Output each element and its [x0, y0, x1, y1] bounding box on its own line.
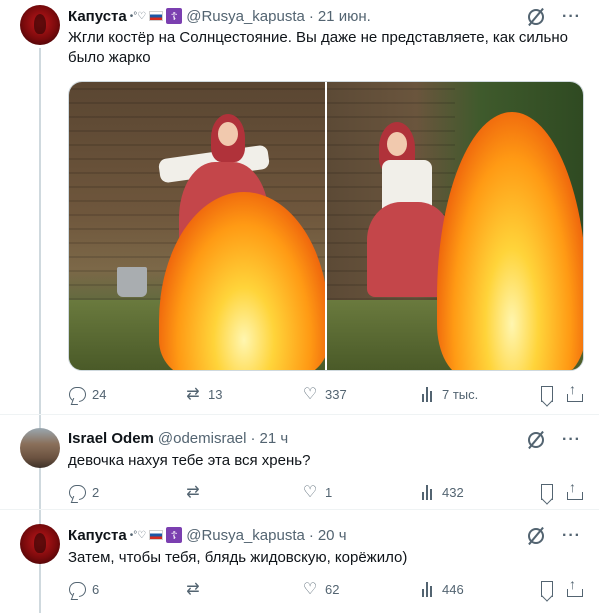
russia-flag-icon [149, 530, 164, 540]
heart-icon: ♡ [302, 386, 318, 403]
like-count: 1 [325, 484, 333, 500]
timestamp[interactable]: 21 ч [259, 430, 288, 447]
grok-icon[interactable] [528, 9, 545, 25]
tweet-1[interactable]: Капуста •°♡ ☦ @Rusya_kapusta · 21 июн. ·… [0, 0, 599, 414]
reply-count: 24 [92, 386, 107, 402]
author-handle[interactable]: @Rusya_kapusta [186, 527, 305, 544]
views-icon [418, 385, 436, 403]
views-icon [418, 483, 436, 501]
more-icon[interactable]: ··· [562, 527, 581, 545]
author-name[interactable]: Israel Odem [68, 430, 154, 447]
reply-icon [68, 580, 86, 598]
name-badges: •°♡ ☦ [129, 8, 183, 24]
retweet-icon: ⇄ [186, 386, 200, 403]
share-button[interactable] [566, 381, 584, 403]
bookmark-icon [538, 483, 556, 501]
share-button[interactable] [566, 576, 584, 598]
retweet-button[interactable]: ⇄ [184, 483, 202, 501]
like-count: 62 [325, 581, 340, 597]
bookmark-button[interactable] [538, 385, 556, 403]
retweet-icon: ⇄ [186, 484, 200, 501]
tweet-header: Israel Odem @odemisrael · 21 ч [68, 428, 288, 448]
retweet-button[interactable]: ⇄ [184, 580, 202, 598]
share-button[interactable] [566, 479, 584, 501]
author-name[interactable]: Капуста [68, 527, 127, 544]
reply-icon [68, 385, 86, 403]
share-icon [566, 479, 584, 501]
heart-icon: ♡ [302, 581, 318, 598]
share-icon [566, 576, 584, 598]
bookmark-button[interactable] [538, 580, 556, 598]
like-button[interactable]: ♡ 62 [301, 580, 340, 598]
grok-icon[interactable] [528, 528, 545, 544]
russia-flag-icon [149, 11, 164, 21]
name-badges: •°♡ ☦ [129, 527, 183, 543]
tweet-2[interactable]: Israel Odem @odemisrael · 21 ч ··· девоч… [0, 415, 599, 509]
tweet-header: Капуста •°♡ ☦ @Rusya_kapusta · 21 июн. [68, 6, 371, 26]
views-icon [418, 580, 436, 598]
tweet-3[interactable]: Капуста •°♡ ☦ @Rusya_kapusta · 20 ч ··· … [0, 510, 599, 613]
tweet-actions: 2 ⇄ ♡ 1 432 [68, 479, 584, 502]
bucket [117, 267, 147, 297]
heart-emoji-icon: •°♡ [129, 529, 147, 541]
author-name[interactable]: Капуста [68, 8, 127, 25]
avatar[interactable] [20, 428, 60, 468]
reply-count: 2 [92, 484, 100, 500]
views-button[interactable]: 7 тыс. [418, 385, 478, 403]
dot-separator: · [308, 7, 314, 25]
reply-button[interactable]: 2 [68, 483, 99, 501]
bookmark-button[interactable] [538, 483, 556, 501]
dot-separator: · [308, 526, 314, 544]
retweet-icon: ⇄ [186, 581, 200, 598]
tweet-text: Жгли костёр на Солнцестояние. Вы даже не… [68, 29, 568, 66]
tweet-actions: 24 ⇄ 13 ♡ 337 7 тыс. [68, 381, 584, 404]
avatar[interactable] [20, 5, 60, 45]
girl-face [387, 132, 407, 156]
tweet-actions: 6 ⇄ ♡ 62 446 [68, 576, 584, 599]
photo-1[interactable] [69, 82, 325, 370]
view-count: 7 тыс. [442, 386, 479, 402]
avatar[interactable] [20, 524, 60, 564]
timestamp[interactable]: 21 июн. [318, 8, 371, 25]
bookmark-icon [538, 580, 556, 598]
more-icon[interactable]: ··· [562, 431, 581, 449]
tweet-corner-actions: ··· [528, 431, 581, 449]
like-count: 337 [325, 386, 347, 402]
heart-icon: ♡ [302, 484, 318, 501]
like-button[interactable]: ♡ 337 [301, 385, 347, 403]
author-handle[interactable]: @Rusya_kapusta [186, 8, 305, 25]
tweet-media[interactable] [68, 81, 584, 371]
retweet-count: 13 [208, 386, 223, 402]
tweet-header: Капуста •°♡ ☦ @Rusya_kapusta · 20 ч [68, 525, 347, 545]
view-count: 432 [442, 484, 464, 500]
bonfire [437, 112, 583, 370]
reply-icon [68, 483, 86, 501]
tweet-text: девочка нахуя тебе эта вся хрень? [68, 452, 311, 469]
dot-separator: · [250, 429, 256, 447]
view-count: 446 [442, 581, 464, 597]
orthodox-cross-icon: ☦ [166, 8, 183, 24]
tweet-text: Затем, чтобы тебя, блядь жидовскую, корё… [68, 549, 408, 566]
more-icon[interactable]: ··· [562, 8, 581, 26]
share-icon [566, 381, 584, 403]
author-handle[interactable]: @odemisrael [158, 430, 247, 447]
reply-button[interactable]: 24 [68, 385, 106, 403]
orthodox-cross-icon: ☦ [166, 527, 183, 543]
reply-button[interactable]: 6 [68, 580, 99, 598]
tweet-corner-actions: ··· [528, 527, 581, 545]
views-button[interactable]: 446 [418, 580, 464, 598]
retweet-button[interactable]: ⇄ 13 [184, 385, 222, 403]
heart-emoji-icon: •°♡ [129, 10, 147, 22]
reply-count: 6 [92, 581, 100, 597]
bookmark-icon [538, 385, 556, 403]
tweet-corner-actions: ··· [528, 8, 581, 26]
girl-face [218, 122, 238, 146]
photo-2[interactable] [327, 82, 583, 370]
views-button[interactable]: 432 [418, 483, 464, 501]
timestamp[interactable]: 20 ч [318, 527, 347, 544]
grok-icon[interactable] [528, 432, 545, 448]
like-button[interactable]: ♡ 1 [301, 483, 332, 501]
